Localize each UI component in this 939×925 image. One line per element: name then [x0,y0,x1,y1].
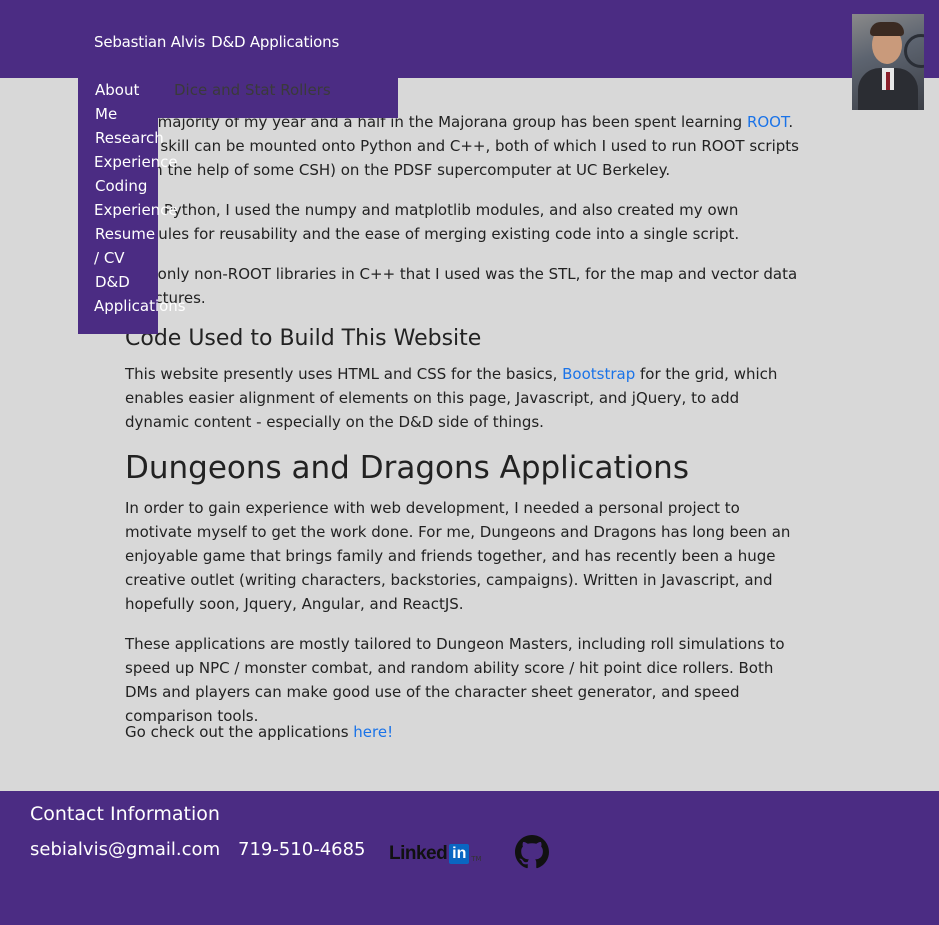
photo-tie [886,72,890,90]
side-nav-dnd-2[interactable]: Applications [94,294,186,318]
side-nav-resume-2[interactable]: / CV [94,246,125,270]
applications-here-link[interactable]: here! [353,723,393,741]
top-navbar: Sebastian Alvis D&D Applications [0,0,939,78]
root-paragraph: The majority of my year and a half in th… [125,110,805,182]
footer-email[interactable]: sebialvis@gmail.com [30,839,220,860]
check-out-text: Go check out the applications [125,723,354,741]
python-paragraph: With Python, I used the numpy and matplo… [125,201,740,243]
check-out-paragraph: Go check out the applications here! [125,720,805,744]
side-nav-dnd[interactable]: D&D [95,270,130,294]
side-nav-research-2[interactable]: Experience [94,150,178,174]
footer-phone: 719-510-4685 [238,839,366,860]
profile-photo [852,14,924,110]
side-nav-about-me[interactable]: About [95,78,139,102]
nav-dnd-applications[interactable]: D&D Applications [211,33,339,51]
bootstrap-link[interactable]: Bootstrap [562,365,635,383]
side-nav-coding[interactable]: Coding [95,174,147,198]
dnd-intro-paragraph: In order to gain experience with web dev… [125,499,791,613]
side-nav-research[interactable]: Research [95,126,164,150]
footer: Contact Information sebialvis@gmail.com … [0,791,939,925]
linkedin-in-badge: in [449,844,470,864]
side-nav-coding-2[interactable]: Experience [94,198,178,222]
github-icon[interactable] [515,835,549,869]
side-nav-resume[interactable]: Resume [95,222,155,246]
brand-name-link[interactable]: Sebastian Alvis [94,33,205,51]
root-link[interactable]: ROOT [747,113,788,131]
linkedin-trademark: TM [471,855,482,863]
dropdown-item-dice-rollers[interactable]: Dice and Stat Rollers [174,81,331,99]
side-nav-about-me-2[interactable]: Me [95,102,117,126]
dnd-tools-paragraph: These applications are mostly tailored t… [125,635,785,725]
linkedin-wordmark: Linked [389,843,448,864]
photo-hair [870,22,904,36]
photo-background-ring [904,34,924,68]
side-nav-menu: About Me Research Experience Coding Expe… [78,78,186,334]
cpp-paragraph: The only non-ROOT libraries in C++ that … [125,265,798,307]
website-paragraph-start: This website presently uses HTML and CSS… [125,365,563,383]
dnd-heading: Dungeons and Dragons Applications [125,450,689,486]
linkedin-icon[interactable]: Linked in TM [389,843,482,865]
footer-title: Contact Information [30,803,220,825]
code-heading: Code Used to Build This Website [125,326,482,351]
navbar-brand: Sebastian Alvis D&D Applications [94,33,339,51]
website-paragraph: This website presently uses HTML and CSS… [125,362,805,434]
